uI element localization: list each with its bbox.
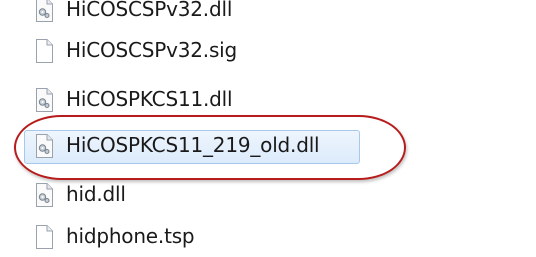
dll-file-icon [34,87,54,113]
dll-file-icon [34,0,54,23]
blank-file-icon [34,224,54,250]
file-name: hid.dll [66,182,126,206]
file-name: HiCOSPKCS11_219_old.dll [66,133,320,157]
dll-file-icon [34,182,54,208]
file-row-selected[interactable]: HiCOSPKCS11_219_old.dll [0,128,536,166]
file-name: HiCOSCSPv32.sig [66,38,238,62]
file-row[interactable]: HiCOSPKCS11.dll [0,82,536,120]
file-row[interactable]: hid.dll [0,177,536,215]
file-name: hidphone.tsp [66,224,195,248]
file-row[interactable]: hidphone.tsp [0,219,536,257]
file-name: HiCOSCSPv32.dll [66,0,233,21]
file-list: HiCOSCSPv32.dll HiCOSCSPv32.sig HiCOSPKC… [0,0,536,250]
dll-file-icon [34,133,54,159]
blank-file-icon [34,38,54,64]
file-row[interactable]: HiCOSCSPv32.sig [0,33,536,71]
file-name: HiCOSPKCS11.dll [66,87,233,111]
file-row[interactable]: HiCOSCSPv32.dll [0,0,536,30]
